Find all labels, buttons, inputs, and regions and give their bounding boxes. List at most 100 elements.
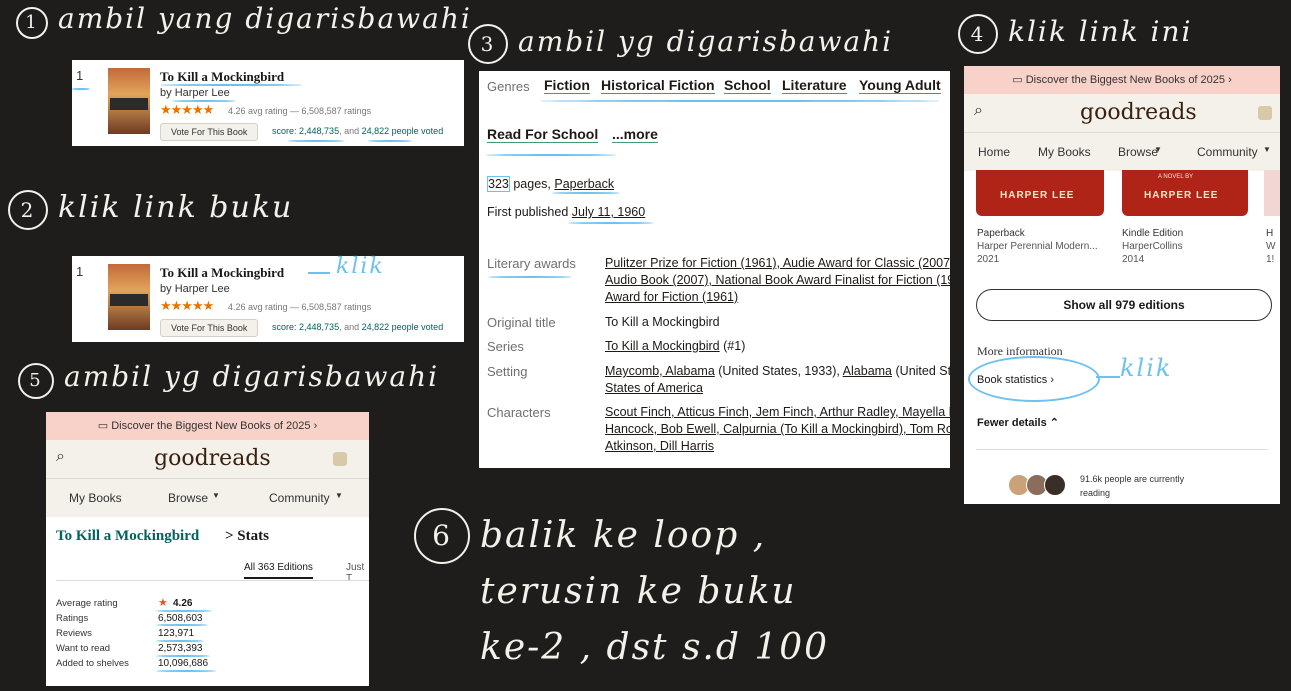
tab-all-editions[interactable]: All 363 Editions	[244, 562, 313, 579]
promo-banner-text: Discover the Biggest New Books of 2025	[111, 420, 311, 432]
book-title-link[interactable]: To Kill a Mockingbird	[160, 69, 284, 85]
stat-label-ratings: Ratings	[56, 613, 89, 624]
edition-3-publisher: W	[1266, 241, 1276, 252]
annotation-underline	[72, 88, 90, 90]
score-line: score: 2,448,735, and 24,822 people vote…	[272, 322, 443, 332]
promo-banner[interactable]: ▭ Discover the Biggest New Books of 2025…	[46, 412, 369, 440]
community-caret-icon: ▼	[1263, 145, 1271, 154]
series-number: (#1)	[723, 339, 746, 353]
rating-stars: ★★★★★	[160, 102, 214, 117]
fewer-details-toggle[interactable]: Fewer details ⌃	[977, 416, 1059, 429]
nav-my-books[interactable]: My Books	[69, 491, 122, 505]
nav-my-books[interactable]: My Books	[1038, 145, 1091, 159]
characters-label: Characters	[487, 405, 551, 420]
stat-value-average-rating: 4.26	[173, 598, 193, 609]
series-link[interactable]: To Kill a Mockingbird	[605, 339, 720, 353]
genres-label: Genres	[487, 79, 530, 94]
note-3-text: ambil yg digarisbawahi	[518, 25, 894, 58]
vote-button[interactable]: Vote For This Book	[160, 319, 259, 337]
votes-link[interactable]: 24,822 people voted	[362, 126, 444, 136]
stat-label-average-rating: Average rating	[56, 598, 118, 609]
characters-line-3[interactable]: Atkinson, Dill Harris	[605, 439, 714, 453]
format-link[interactable]: Paperback	[554, 177, 614, 191]
setting-link-2[interactable]: Alabama	[843, 364, 892, 378]
genre-school[interactable]: School	[724, 77, 771, 94]
nav-community[interactable]: Community	[1197, 145, 1258, 159]
book-details-panel: Genres Fiction Historical Fiction School…	[479, 71, 950, 468]
note-1-text: ambil yang digarisbawahi	[58, 2, 472, 35]
note-6: 6 balik ke loop , terusin ke buku ke-2 ,…	[414, 508, 829, 676]
awards-line-2[interactable]: Audio Book (2007), National Book Award F…	[605, 273, 950, 287]
nav-bar: My Books Browse ▼ Community ▼	[46, 478, 369, 517]
annotation-underline	[156, 655, 210, 657]
awards-line-1[interactable]: Pulitzer Prize for Fiction (1961), Audie…	[605, 256, 950, 270]
score-link[interactable]: 2,448,735	[299, 126, 339, 136]
votes-link[interactable]: 24,822 people voted	[362, 322, 444, 332]
characters-line-2[interactable]: Hancock, Bob Ewell, Calpurnia (To Kill a…	[605, 422, 950, 436]
series-label: Series	[487, 339, 524, 354]
by-text: by	[160, 87, 172, 99]
promo-banner[interactable]: ▭ Discover the Biggest New Books of 2025…	[964, 66, 1280, 94]
edition-cover-3[interactable]	[1264, 170, 1280, 216]
first-published-date[interactable]: July 11, 1960	[572, 205, 645, 219]
stat-label-want-to-read: Want to read	[56, 643, 111, 654]
setting-link-1[interactable]: Maycomb, Alabama	[605, 364, 715, 378]
goodreads-logo[interactable]: goodreads	[1080, 100, 1197, 125]
score-link[interactable]: 2,448,735	[299, 322, 339, 332]
genres-more-link[interactable]: ...more	[612, 126, 658, 143]
setting-text-1: (United States, 1933),	[718, 364, 840, 378]
klik-label-1: klik	[336, 254, 385, 279]
browse-caret-icon: ▼	[212, 491, 220, 500]
edition-2-year: 2014	[1122, 254, 1145, 265]
awards-line-3[interactable]: Award for Fiction (1961)	[605, 290, 738, 304]
stat-value-added-to-shelves: 10,096,686	[158, 658, 209, 669]
mobile-editions-panel: ▭ Discover the Biggest New Books of 2025…	[964, 66, 1280, 504]
characters-line-1[interactable]: Scout Finch, Atticus Finch, Jem Finch, A…	[605, 405, 950, 419]
setting-line-2[interactable]: States of America	[605, 381, 703, 395]
avatar[interactable]	[333, 452, 347, 466]
nav-browse[interactable]: Browse	[168, 491, 208, 505]
goodreads-logo[interactable]: goodreads	[154, 446, 271, 471]
stats-book-title-link[interactable]: To Kill a Mockingbird	[56, 528, 199, 545]
author-link[interactable]: Harper Lee	[175, 87, 230, 99]
klik-label-2: klik	[1120, 354, 1173, 382]
first-published-line: First published July 11, 1960	[487, 205, 645, 219]
annotation-circle	[968, 356, 1100, 402]
note-2: 2 klik link buku	[8, 190, 293, 230]
and-text: , and	[339, 322, 360, 332]
stats-title-suffix: > Stats	[225, 528, 269, 544]
by-label: by Harper Lee	[160, 283, 230, 295]
book-title-link[interactable]: To Kill a Mockingbird	[160, 265, 284, 281]
genre-fiction[interactable]: Fiction	[544, 77, 590, 94]
score-prefix: score:	[272, 126, 297, 136]
genre-young-adult[interactable]: Young Adult	[859, 77, 941, 94]
book-cover[interactable]	[108, 68, 150, 134]
edition-cover-1[interactable]: HARPER LEE	[976, 170, 1104, 216]
score-prefix: score:	[272, 322, 297, 332]
note-2-number: 2	[8, 190, 48, 230]
awards-label: Literary awards	[487, 256, 576, 271]
annotation-underline	[288, 140, 344, 142]
genre-literature[interactable]: Literature	[782, 77, 847, 94]
rating-text: 4.26 avg rating — 6,508,587 ratings	[228, 302, 372, 312]
avatar[interactable]	[1258, 106, 1272, 120]
nav-browse[interactable]: Browse	[1118, 145, 1158, 159]
genre-historical-fiction[interactable]: Historical Fiction	[601, 77, 715, 94]
search-icon[interactable]: ⌕	[56, 448, 65, 466]
show-all-editions-button[interactable]: Show all 979 editions	[976, 289, 1272, 321]
annotation-underline	[486, 154, 616, 156]
cover-author: HARPER LEE	[1000, 190, 1075, 201]
genre-read-for-school[interactable]: Read For School	[487, 126, 599, 143]
nav-home[interactable]: Home	[978, 145, 1010, 159]
book-cover[interactable]	[108, 264, 150, 330]
chevron-up-icon: ⌃	[1049, 417, 1059, 429]
nav-community[interactable]: Community	[269, 491, 330, 505]
score-line: score: 2,448,735, and 24,822 people vote…	[272, 126, 443, 136]
vote-button[interactable]: Vote For This Book	[160, 123, 259, 141]
browse-caret-icon: ▼	[1154, 145, 1162, 154]
search-icon[interactable]: ⌕	[974, 102, 983, 120]
cover-author: HARPER LEE	[1144, 190, 1219, 201]
stat-value-ratings: 6,508,603	[158, 613, 203, 624]
edition-cover-2[interactable]: A NOVEL BY HARPER LEE	[1122, 170, 1248, 216]
author-link[interactable]: Harper Lee	[175, 283, 230, 295]
